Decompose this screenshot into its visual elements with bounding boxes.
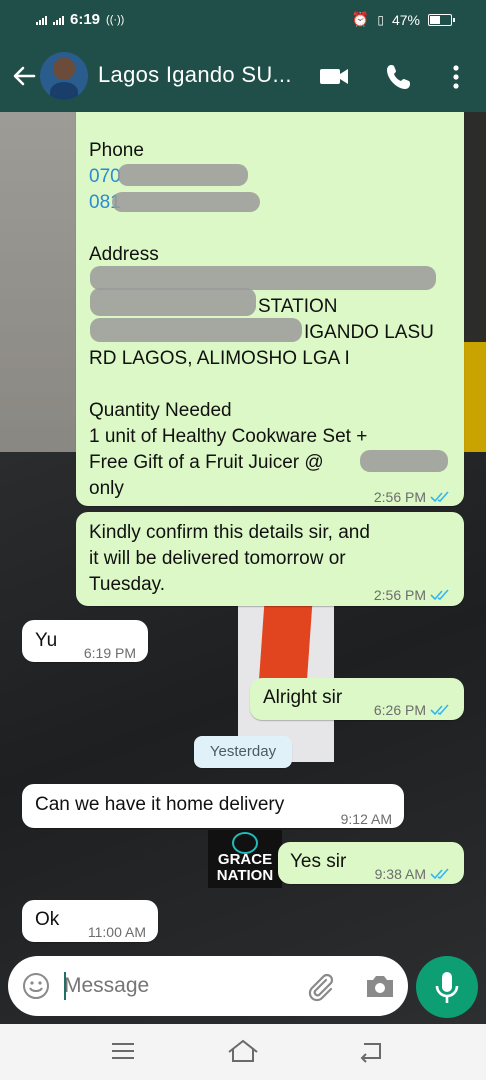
message-outgoing[interactable]: Yes sir 9:38 AM [278, 842, 464, 884]
signal-icon [36, 15, 47, 25]
message-time: 6:26 PM [373, 702, 426, 718]
status-time: 6:19 [70, 11, 101, 28]
read-ticks-icon [430, 491, 449, 503]
message-text: Yu [35, 630, 58, 651]
battery-icon [428, 13, 455, 26]
text-cursor [64, 972, 66, 1000]
message-time: 9:12 AM [340, 811, 392, 827]
message-incoming[interactable]: Ok 11:00 AM [22, 900, 158, 942]
microphone-icon [435, 972, 459, 1003]
message-input[interactable] [64, 970, 284, 1002]
voice-call-icon[interactable] [384, 62, 414, 92]
chat-header: Lagos Igando SU... [0, 40, 486, 112]
date-divider: Yesterday [194, 736, 292, 768]
status-right: ⏰ ▯ 47% [351, 11, 455, 28]
read-ticks-icon [430, 704, 449, 716]
message-time: 2:56 PM [373, 489, 426, 505]
message-text: 1 unit of Healthy Cookware Set + [89, 426, 368, 447]
message-text: STATION [258, 296, 338, 317]
more-options-icon[interactable] [446, 62, 466, 92]
message-text: Address [89, 244, 159, 265]
message-text: Phone [89, 140, 144, 161]
message-text: Kindly confirm this details sir, and [89, 522, 370, 543]
message-text: it will be delivered tomorrow or [89, 548, 346, 569]
voice-message-button[interactable] [416, 956, 478, 1018]
message-time: 2:56 PM [373, 587, 426, 603]
emoji-icon[interactable] [22, 972, 50, 1000]
message-time: 9:38 AM [374, 866, 426, 882]
message-text: only [89, 478, 124, 499]
message-incoming[interactable]: Yu 6:19 PM [22, 620, 148, 662]
message-time: 6:19 PM [83, 645, 136, 661]
recent-apps-icon[interactable] [110, 1040, 136, 1062]
read-ticks-icon [430, 589, 449, 601]
back-nav-icon[interactable] [356, 1038, 386, 1064]
signal-4g-icon [53, 15, 64, 25]
message-text: Can we have it home delivery [35, 794, 285, 815]
redaction [90, 266, 436, 290]
message-text: Alright sir [263, 687, 343, 708]
message-text: Quantity Needed [89, 400, 232, 421]
camera-icon[interactable] [364, 972, 396, 1000]
status-left: 6:19 ((·)) [36, 11, 124, 28]
wallpaper-accent [464, 342, 486, 462]
phone-link[interactable]: 070 [89, 164, 121, 190]
message-time: 11:00 AM [87, 924, 146, 940]
redaction [112, 192, 260, 212]
contact-name[interactable]: Lagos Igando SU... [98, 62, 292, 88]
redaction [118, 164, 248, 186]
status-bar: 6:19 ((·)) ⏰ ▯ 47% [0, 0, 486, 40]
message-text: Tuesday. [89, 574, 166, 595]
vibrate-icon: ▯ [377, 12, 384, 27]
message-meta: 9:38 AM [375, 861, 452, 887]
hotspot-icon: ((·)) [106, 13, 125, 26]
home-icon[interactable] [226, 1038, 260, 1064]
alarm-icon: ⏰ [351, 11, 370, 27]
message-text: Yes sir [290, 851, 347, 872]
read-ticks-icon [430, 868, 449, 880]
message-outgoing[interactable]: Kindly confirm this details sir, and it … [76, 512, 464, 606]
contact-avatar[interactable] [40, 52, 88, 100]
message-outgoing[interactable]: Phone 070 081 Address STATION IGANDO LAS… [76, 112, 464, 506]
video-call-icon[interactable] [318, 62, 350, 90]
system-nav-bar [0, 1024, 486, 1080]
attach-icon[interactable] [304, 970, 336, 1002]
battery-percent: 47% [391, 11, 420, 28]
message-incoming[interactable]: Can we have it home delivery 9:12 AM [22, 784, 404, 828]
back-arrow-icon[interactable] [10, 62, 38, 90]
message-text: IGANDO LASU [304, 322, 434, 343]
message-text: RD LAGOS, ALIMOSHO LGA I [89, 348, 350, 369]
message-text: Ok [35, 909, 60, 930]
message-text: Free Gift of a Fruit Juicer @ [89, 452, 324, 473]
message-outgoing[interactable]: Alright sir 6:26 PM [250, 678, 464, 720]
redaction [360, 450, 448, 472]
message-meta: 2:56 PM [374, 582, 452, 608]
redaction [90, 288, 256, 316]
wallpaper-logo: GRACE NATION [208, 830, 282, 888]
message-meta: 2:56 PM [374, 484, 452, 510]
message-composer [8, 956, 408, 1016]
redaction [90, 318, 302, 342]
message-meta: 6:26 PM [374, 697, 452, 723]
